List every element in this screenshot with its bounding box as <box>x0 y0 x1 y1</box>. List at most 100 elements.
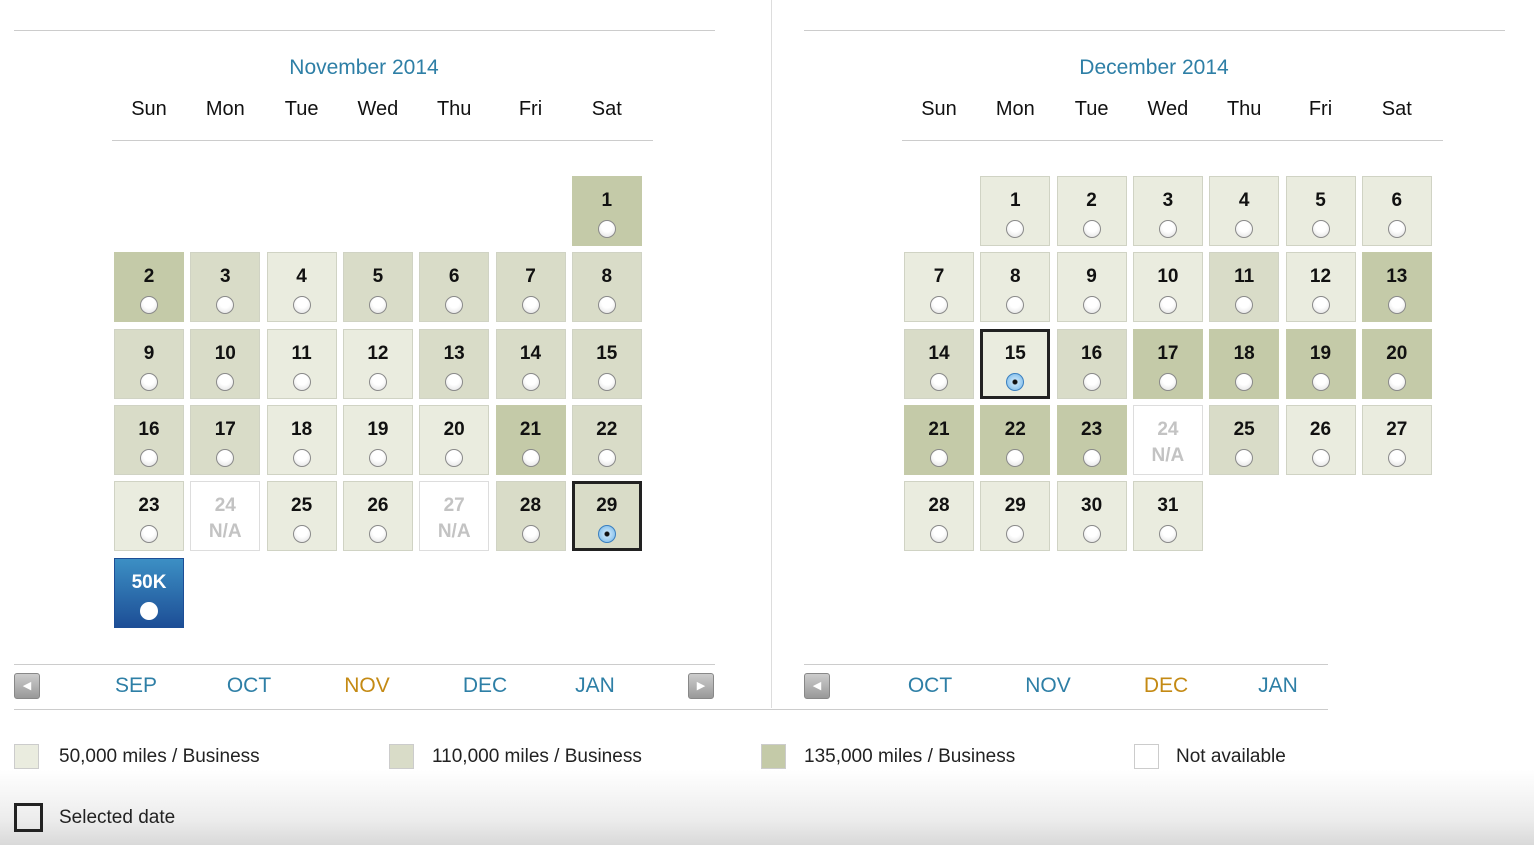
day-radio[interactable] <box>1235 220 1254 238</box>
day-cell[interactable]: 20 <box>1361 328 1432 399</box>
day-radio[interactable] <box>597 372 616 391</box>
day-radio[interactable] <box>140 525 158 544</box>
month-nav-sep[interactable]: SEP <box>115 674 157 698</box>
day-radio[interactable] <box>1235 296 1254 315</box>
day-cell[interactable]: 13 <box>419 328 490 399</box>
day-cell[interactable]: 27 <box>1361 404 1432 475</box>
day-radio[interactable] <box>1006 220 1025 238</box>
day-radio[interactable] <box>597 448 616 467</box>
month-nav-nov[interactable]: NOV <box>344 674 390 698</box>
day-cell[interactable]: 21 <box>904 404 974 475</box>
day-cell[interactable]: 4 <box>266 252 337 323</box>
day-radio[interactable] <box>521 525 540 544</box>
day-radio[interactable] <box>292 448 311 467</box>
day-cell[interactable]: 26 <box>342 481 413 552</box>
day-radio[interactable] <box>1311 220 1330 238</box>
day-cell[interactable]: 20 <box>419 404 490 475</box>
day-radio[interactable] <box>216 448 235 467</box>
month-nav-jan[interactable]: JAN <box>575 674 615 698</box>
day-cell[interactable]: 1 <box>980 176 1051 246</box>
day-radio[interactable] <box>1158 372 1177 391</box>
day-cell[interactable]: 6 <box>419 252 490 323</box>
day-cell[interactable]: 10 <box>1132 252 1203 323</box>
day-radio[interactable] <box>445 296 464 315</box>
day-radio[interactable] <box>292 372 311 391</box>
prev-month-button[interactable]: ◀ <box>14 673 40 699</box>
day-cell[interactable]: 10 <box>190 328 261 399</box>
day-cell[interactable]: 25 <box>1209 404 1280 475</box>
day-radio[interactable] <box>1082 220 1101 238</box>
day-cell[interactable]: 2 <box>1056 176 1127 246</box>
day-cell[interactable]: 29 <box>980 481 1051 552</box>
day-cell[interactable]: 15 <box>571 328 642 399</box>
day-cell[interactable]: 14 <box>904 328 974 399</box>
day-radio[interactable] <box>1158 296 1177 315</box>
day-cell[interactable]: 2 <box>114 252 184 323</box>
day-cell[interactable]: 28 <box>495 481 566 552</box>
day-cell[interactable]: 21 <box>495 404 566 475</box>
day-radio[interactable] <box>1387 448 1406 467</box>
day-radio[interactable] <box>1311 296 1330 315</box>
day-radio[interactable] <box>1082 372 1101 391</box>
day-radio[interactable] <box>521 372 540 391</box>
day-radio[interactable] <box>1082 296 1101 315</box>
day-radio[interactable] <box>930 448 948 467</box>
day-radio[interactable] <box>930 372 948 391</box>
day-cell[interactable]: 18 <box>1209 328 1280 399</box>
day-cell[interactable]: 30 <box>1056 481 1127 552</box>
day-cell[interactable]: 5 <box>1285 176 1356 246</box>
day-radio[interactable] <box>368 525 387 544</box>
day-cell[interactable]: 16 <box>114 404 184 475</box>
day-radio[interactable] <box>445 372 464 391</box>
day-radio[interactable] <box>368 372 387 391</box>
day-cell[interactable]: 22 <box>571 404 642 475</box>
day-cell[interactable]: 3 <box>190 252 261 323</box>
day-radio[interactable] <box>216 296 235 315</box>
day-radio[interactable] <box>140 601 158 620</box>
day-radio[interactable] <box>1006 525 1025 544</box>
day-radio[interactable] <box>1311 448 1330 467</box>
day-radio[interactable] <box>140 448 158 467</box>
month-nav-dec[interactable]: DEC <box>1144 674 1188 698</box>
day-radio[interactable] <box>140 296 158 315</box>
day-radio[interactable] <box>930 296 948 315</box>
day-radio[interactable] <box>1006 448 1025 467</box>
day-cell[interactable]: 3 <box>1132 176 1203 246</box>
day-cell[interactable]: 16 <box>1056 328 1127 399</box>
day-cell[interactable]: 23 <box>1056 404 1127 475</box>
day-radio[interactable] <box>597 296 616 315</box>
month-nav-jan[interactable]: JAN <box>1258 674 1298 698</box>
day-cell[interactable]: 12 <box>342 328 413 399</box>
day-radio[interactable] <box>368 448 387 467</box>
day-radio[interactable] <box>930 525 948 544</box>
day-cell[interactable]: 26 <box>1285 404 1356 475</box>
day-radio[interactable] <box>1235 448 1254 467</box>
day-radio[interactable] <box>1006 372 1025 391</box>
day-cell[interactable]: 19 <box>1285 328 1356 399</box>
day-radio[interactable] <box>368 296 387 315</box>
day-cell[interactable]: 4 <box>1209 176 1280 246</box>
day-cell[interactable]: 31 <box>1132 481 1203 552</box>
day-cell[interactable]: 17 <box>1132 328 1203 399</box>
day-cell[interactable]: 8 <box>980 252 1051 323</box>
day-cell[interactable]: 18 <box>266 404 337 475</box>
day-cell[interactable]: 19 <box>342 404 413 475</box>
day-cell[interactable]: 9 <box>114 328 184 399</box>
day-cell[interactable]: 5 <box>342 252 413 323</box>
day-radio[interactable] <box>1082 448 1101 467</box>
day-cell[interactable]: 7 <box>904 252 974 323</box>
day-radio[interactable] <box>292 296 311 315</box>
day-cell[interactable]: 29 <box>571 481 642 552</box>
day-radio[interactable] <box>1387 220 1406 238</box>
day-cell[interactable]: 17 <box>190 404 261 475</box>
day-cell[interactable]: 1 <box>571 176 642 246</box>
day-radio[interactable] <box>1387 372 1406 391</box>
day-radio[interactable] <box>445 448 464 467</box>
day-radio[interactable] <box>597 525 616 544</box>
day-radio[interactable] <box>216 372 235 391</box>
day-cell[interactable]: 13 <box>1361 252 1432 323</box>
day-radio[interactable] <box>1311 372 1330 391</box>
day-radio[interactable] <box>1158 220 1177 238</box>
day-cell[interactable]: 28 <box>904 481 974 552</box>
day-radio[interactable] <box>521 448 540 467</box>
